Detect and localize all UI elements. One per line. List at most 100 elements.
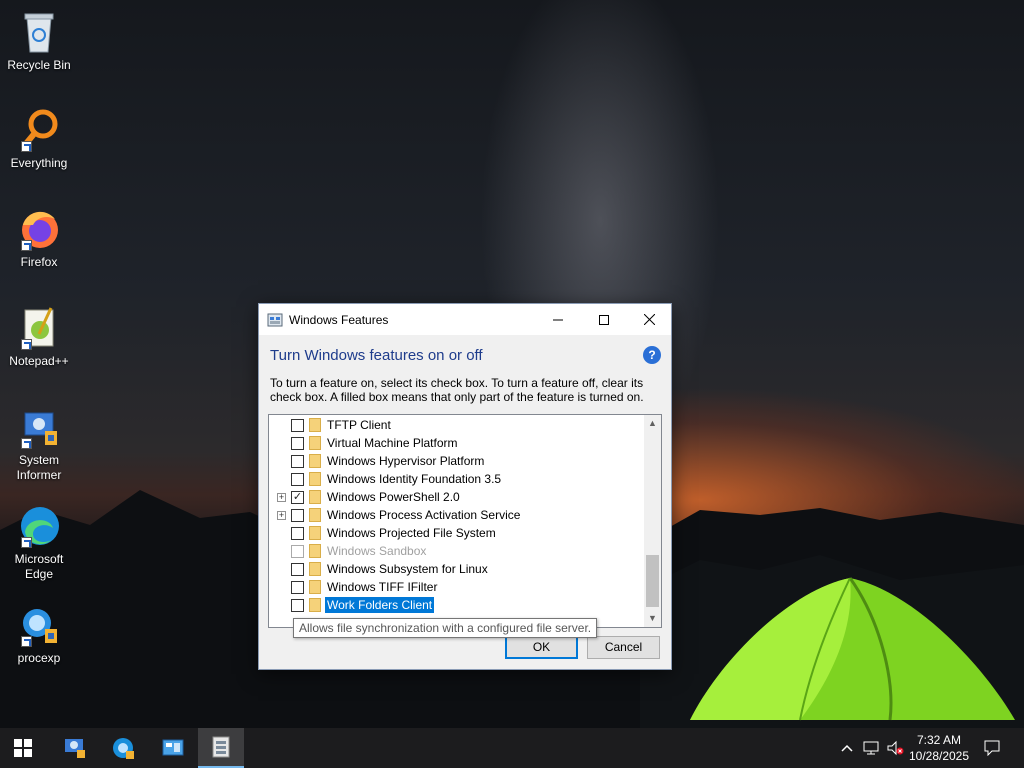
scroll-down-arrow-icon[interactable]: ▼ [644,610,661,627]
start-button[interactable] [0,728,46,768]
feature-checkbox[interactable] [291,598,304,612]
desktop-icon-edge[interactable]: Microsoft Edge [0,502,78,582]
cancel-button[interactable]: Cancel [587,636,660,659]
feature-row[interactable]: Windows Subsystem for Linux [269,560,646,578]
feature-label: Windows Projected File System [327,526,496,540]
feature-label: Windows Sandbox [327,544,427,558]
folder-icon [309,508,321,522]
feature-checkbox[interactable] [291,418,304,432]
feature-checkbox[interactable] [291,508,304,522]
folder-icon [309,526,321,540]
notification-icon [984,740,1000,756]
scrollbar-thumb[interactable] [646,555,659,607]
tree-vertical-scrollbar[interactable]: ▲ ▼ [644,415,661,627]
feature-checkbox[interactable] [291,526,304,540]
desktop-icon-label: Recycle Bin [7,58,71,72]
feature-row[interactable]: + ✓ Windows PowerShell 2.0 [269,488,646,506]
feature-row[interactable]: Windows Identity Foundation 3.5 [269,470,646,488]
chevron-up-icon [841,744,853,752]
ok-button[interactable]: OK [505,636,578,659]
network-icon [863,741,879,755]
control-panel-icon [162,739,184,756]
desktop-icon-label: Microsoft Edge [14,552,64,581]
dialog-heading: Turn Windows features on or off [270,347,483,364]
windows-features-icon [212,736,230,758]
feature-checkbox[interactable] [291,562,304,576]
desktop-icon-procexp[interactable]: procexp [0,601,78,666]
feature-row[interactable]: Windows Hypervisor Platform [269,452,646,470]
clock-time: 7:32 AM [916,733,962,747]
feature-label: Windows Subsystem for Linux [327,562,488,576]
feature-row[interactable]: Work Folders Client [269,596,646,614]
feature-row[interactable]: Windows TIFF IFilter [269,578,646,596]
everything-search-icon [15,106,63,154]
folder-icon [309,454,321,468]
shortcut-arrow-icon [21,537,32,548]
feature-checkbox[interactable] [291,454,304,468]
feature-checkbox[interactable]: ✓ [291,490,304,504]
volume-button[interactable] [884,728,906,768]
shortcut-arrow-icon [21,438,32,449]
feature-checkbox[interactable] [291,436,304,450]
system-informer-icon [15,403,63,451]
shortcut-arrow-icon [21,240,32,251]
feature-row[interactable]: Windows Projected File System [269,524,646,542]
notification-center-button[interactable] [980,728,1004,768]
maximize-icon [599,314,609,325]
feature-row[interactable]: Windows Sandbox [269,542,646,560]
folder-icon [309,418,321,432]
dialog-titlebar[interactable]: Windows Features [259,304,671,335]
feature-label: Windows Process Activation Service [327,508,521,522]
close-button[interactable] [626,304,672,335]
recycle-bin-icon [15,8,63,56]
volume-muted-icon [887,740,904,756]
dialog-title: Windows Features [289,312,389,327]
shortcut-arrow-icon [21,339,32,350]
taskbar-edge[interactable] [100,728,146,768]
desktop-icon-everything[interactable]: Everything [0,106,78,171]
start-windows-icon [14,739,32,757]
feature-tooltip: Allows file synchronization with a confi… [293,618,598,638]
folder-icon [309,490,321,504]
maximize-button[interactable] [581,304,627,335]
feature-label: Virtual Machine Platform [327,436,458,450]
show-hidden-icons-button[interactable] [838,728,856,768]
folder-icon [309,436,321,450]
taskbar-system-informer[interactable] [52,728,98,768]
feature-checkbox[interactable] [291,472,304,486]
scroll-up-arrow-icon[interactable]: ▲ [644,415,661,432]
edge-icon [15,502,63,550]
folder-icon [309,544,321,558]
shortcut-arrow-icon [21,141,32,152]
features-tree[interactable]: ▲ ▼ TFTP Client Virtual Machine Platform W… [268,414,662,628]
desktop-icon-recycle-bin[interactable]: Recycle Bin [0,8,78,73]
minimize-icon [553,319,563,320]
expand-plus-icon[interactable]: + [277,492,286,502]
windows-features-icon [267,312,283,328]
desktop-icon-system-informer[interactable]: System Informer [0,403,78,483]
firefox-icon [15,205,63,253]
taskbar-clock[interactable]: 7:32 AM 10/28/2025 [906,732,972,764]
desktop-icon-label: System Informer [16,453,62,482]
network-button[interactable] [860,728,882,768]
minimize-button[interactable] [535,304,581,335]
desktop-icon-notepad-plus-plus[interactable]: Notepad++ [0,304,78,369]
feature-label: Windows PowerShell 2.0 [327,490,460,504]
feature-checkbox[interactable] [291,580,304,594]
desktop-icon-firefox[interactable]: Firefox [0,205,78,270]
feature-row[interactable]: + Windows Process Activation Service [269,506,646,524]
expand-plus-icon[interactable]: + [277,510,286,520]
desktop-icon-label: Notepad++ [9,354,69,368]
feature-row[interactable]: Virtual Machine Platform [269,434,646,452]
feature-label: Windows TIFF IFilter [327,580,438,594]
help-icon[interactable]: ? [643,346,661,364]
shortcut-arrow-icon [21,636,32,647]
feature-row[interactable]: TFTP Client [269,416,646,434]
feature-checkbox [291,544,304,558]
feature-label: Work Folders Client [325,597,435,613]
taskbar-control-panel[interactable] [150,728,196,768]
close-icon [643,314,655,325]
dialog-description: To turn a feature on, select its check b… [270,376,644,404]
taskbar-windows-features[interactable] [198,728,244,768]
clock-date: 10/28/2025 [908,749,970,763]
